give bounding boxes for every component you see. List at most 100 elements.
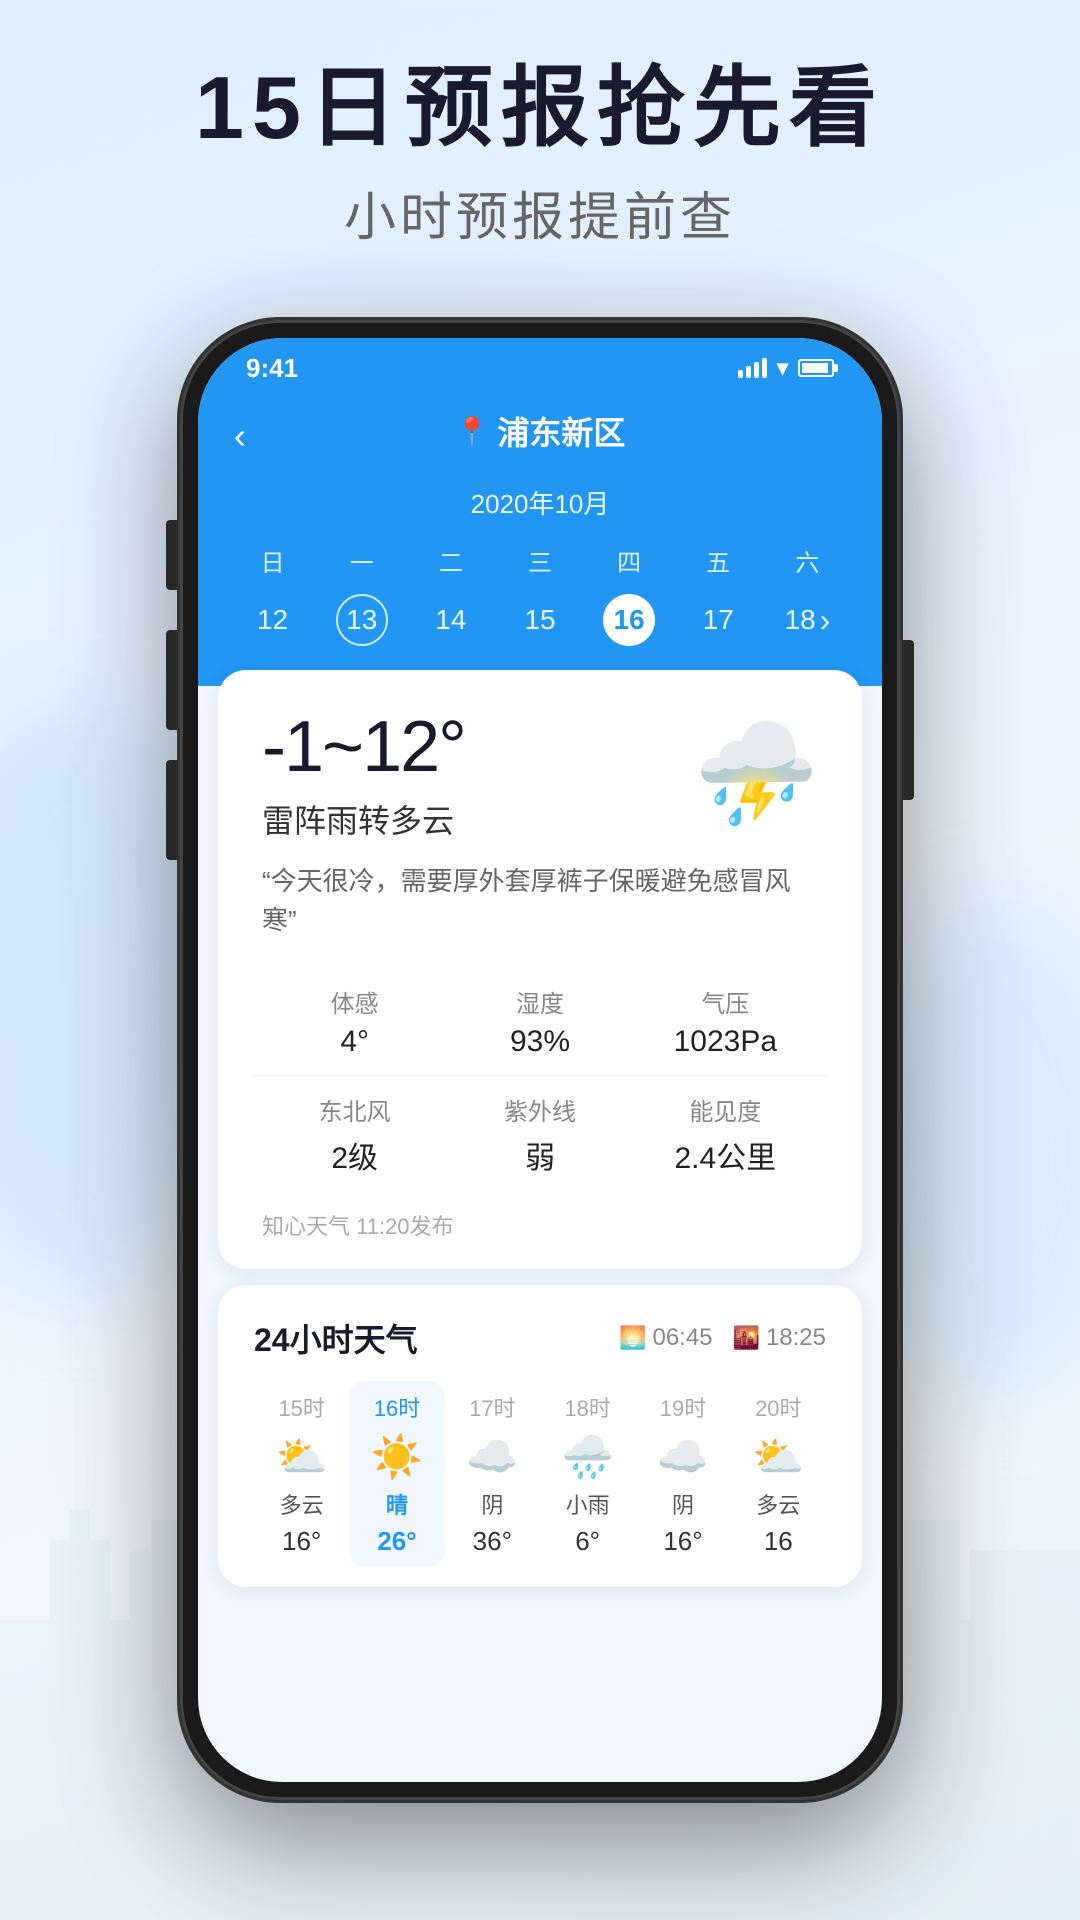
- day-12-circle: 12: [247, 594, 299, 646]
- wifi-icon: ▾: [777, 355, 788, 381]
- location-pin-icon: 📍: [455, 415, 490, 448]
- detail-wind-label: 东北风: [262, 1092, 447, 1127]
- weekday-mon: 一: [317, 537, 406, 584]
- hour-15-icon: ⛅: [258, 1433, 345, 1482]
- detail-wind-value: 2级: [262, 1133, 447, 1177]
- weather-details-grid: 体感 4° 湿度 93% 气压 1023Pa 东北风 2级 紫外线: [262, 968, 818, 1193]
- phone-button-power: [902, 640, 914, 800]
- weekday-wed: 三: [495, 537, 584, 584]
- detail-uv-value: 弱: [447, 1133, 632, 1177]
- hour-item-15: 15时 ⛅ 多云 16°: [254, 1381, 349, 1567]
- hour-17-temp: 36°: [449, 1526, 536, 1557]
- calendar-day-12[interactable]: 12: [228, 584, 317, 656]
- hour-item-16: 16时 ☀️ 晴 26°: [349, 1381, 444, 1567]
- detail-pressure: 气压 1023Pa: [633, 968, 818, 1075]
- hour-15-desc: 多云: [258, 1488, 345, 1520]
- hour-20-label: 20时: [735, 1391, 822, 1423]
- day-14-circle: 14: [425, 594, 477, 646]
- sunrise-time: 🌅 06:45: [619, 1324, 712, 1352]
- sunrise-value: 06:45: [652, 1324, 712, 1352]
- calendar-month: 2020年10月: [228, 484, 852, 521]
- weather-tip: “今天很冷，需要厚外套厚裤子保暖避免感冒风寒”: [262, 862, 818, 940]
- detail-visibility-label: 能见度: [633, 1092, 818, 1127]
- hour-19-desc: 阴: [639, 1488, 726, 1520]
- hourly-header: 24小时天气 🌅 06:45 🌇 18:25: [254, 1315, 826, 1361]
- sunrise-icon: 🌅: [619, 1325, 646, 1351]
- status-bar: 9:41 ▾: [198, 338, 882, 398]
- calendar-day-15[interactable]: 15: [495, 584, 584, 656]
- phone-button-mute: [166, 520, 178, 590]
- phone-button-vol-up: [166, 630, 178, 730]
- hero-section: 15日预报抢先看 小时预报提前查: [0, 60, 1080, 250]
- detail-humidity-value: 93%: [447, 1025, 632, 1059]
- hourly-list: 15时 ⛅ 多云 16° 16时 ☀️ 晴 26° 17时 ☁️ 阴 36°: [254, 1381, 826, 1567]
- app-header: ‹ 📍 浦东新区: [198, 398, 882, 474]
- hour-16-temp: 26°: [353, 1526, 440, 1557]
- detail-humidity-label: 湿度: [447, 984, 632, 1019]
- hour-20-icon: ⛅: [735, 1433, 822, 1482]
- hour-15-label: 15时: [258, 1391, 345, 1423]
- detail-pressure-value: 1023Pa: [633, 1025, 818, 1059]
- weekday-tue: 二: [406, 537, 495, 584]
- hour-19-icon: ☁️: [639, 1433, 726, 1482]
- detail-feels-like-value: 4°: [262, 1025, 447, 1059]
- detail-humidity: 湿度 93%: [447, 968, 632, 1075]
- phone-button-vol-down: [166, 760, 178, 860]
- hero-title: 15日预报抢先看: [0, 60, 1080, 157]
- day-16-circle: 16: [603, 594, 655, 646]
- detail-visibility-value: 2.4公里: [633, 1133, 818, 1177]
- hour-16-label: 16时: [353, 1391, 440, 1423]
- calendar-day-13[interactable]: 13: [317, 584, 406, 656]
- weather-card: -1~12° 雷阵雨转多云 ⛈️ “今天很冷，需要厚外套厚裤子保暖避免感冒风寒”…: [218, 670, 862, 1269]
- day-17-circle: 17: [692, 594, 744, 646]
- weekday-thu: 四: [585, 537, 674, 584]
- hour-18-label: 18时: [544, 1391, 631, 1423]
- hour-15-temp: 16°: [258, 1526, 345, 1557]
- back-button[interactable]: ‹: [234, 415, 246, 457]
- calendar-day-16[interactable]: 16: [585, 584, 674, 656]
- day-13-circle: 13: [336, 594, 388, 646]
- detail-uv: 紫外线 弱: [447, 1076, 632, 1193]
- weather-icon-thunderstorm: ⛈️: [693, 716, 818, 833]
- location-row: 📍 浦东新区: [238, 408, 842, 454]
- hour-18-icon: 🌧️: [544, 1433, 631, 1482]
- detail-feels-like: 体感 4°: [262, 968, 447, 1075]
- detail-wind: 东北风 2级: [262, 1076, 447, 1193]
- phone-screen: 9:41 ▾ ‹ 📍 浦东新区: [198, 338, 882, 1782]
- weekday-sat: 六: [763, 537, 852, 584]
- battery-icon: [798, 359, 834, 377]
- hour-19-temp: 16°: [639, 1526, 726, 1557]
- hour-18-temp: 6°: [544, 1526, 631, 1557]
- publish-info: 知心天气 11:20发布: [262, 1209, 818, 1241]
- sunset-icon: 🌇: [733, 1325, 760, 1351]
- hour-18-desc: 小雨: [544, 1488, 631, 1520]
- status-icons: ▾: [738, 355, 834, 381]
- status-time: 9:41: [246, 353, 298, 384]
- calendar-day-14[interactable]: 14: [406, 584, 495, 656]
- weekday-fri: 五: [674, 537, 763, 584]
- hour-17-label: 17时: [449, 1391, 536, 1423]
- temp-range: -1~12° 雷阵雨转多云: [262, 706, 465, 842]
- calendar-day-17[interactable]: 17: [674, 584, 763, 656]
- calendar-section: 2020年10月 日 一 二 三 四 五 六 12 13: [198, 474, 882, 686]
- hour-item-18: 18时 🌧️ 小雨 6°: [540, 1381, 635, 1567]
- hour-20-desc: 多云: [735, 1488, 822, 1520]
- detail-uv-label: 紫外线: [447, 1092, 632, 1127]
- weather-description: 雷阵雨转多云: [262, 796, 465, 842]
- hourly-section: 24小时天气 🌅 06:45 🌇 18:25 15时 ⛅ 多云: [218, 1285, 862, 1587]
- hero-subtitle: 小时预报提前查: [0, 175, 1080, 250]
- calendar-next-btn[interactable]: 18 ›: [763, 584, 852, 656]
- hour-16-desc: 晴: [353, 1488, 440, 1520]
- hour-item-17: 17时 ☁️ 阴 36°: [445, 1381, 540, 1567]
- hour-17-icon: ☁️: [449, 1433, 536, 1482]
- hour-17-desc: 阴: [449, 1488, 536, 1520]
- detail-pressure-label: 气压: [633, 984, 818, 1019]
- calendar-grid: 日 一 二 三 四 五 六 12 13 14: [228, 537, 852, 656]
- hour-20-temp: 16: [735, 1526, 822, 1557]
- temperature-row: -1~12° 雷阵雨转多云 ⛈️: [262, 706, 818, 842]
- phone-mockup: 9:41 ▾ ‹ 📍 浦东新区: [180, 320, 900, 1800]
- location-name: 浦东新区: [497, 408, 625, 454]
- detail-feels-like-label: 体感: [262, 984, 447, 1019]
- hourly-title: 24小时天气: [254, 1315, 418, 1361]
- detail-visibility: 能见度 2.4公里: [633, 1076, 818, 1193]
